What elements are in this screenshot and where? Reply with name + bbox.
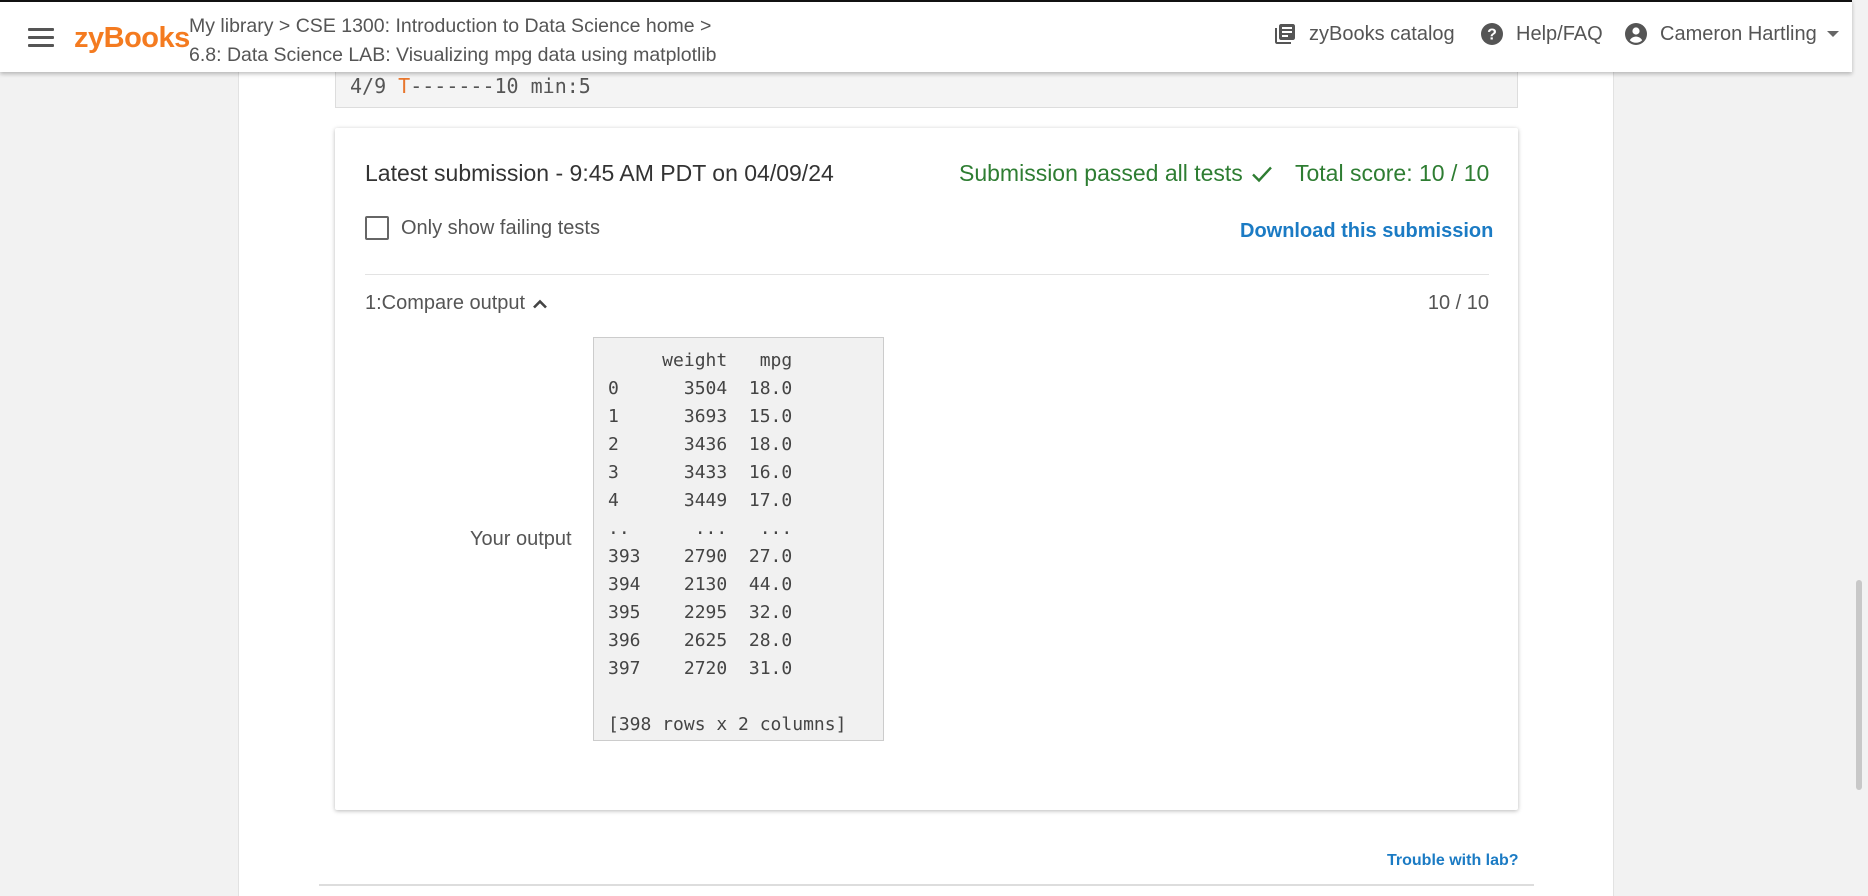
latest-submission-title: Latest submission - 9:45 AM PDT on 04/09… — [365, 160, 834, 186]
output-box: weight mpg 0 3504 18.0 1 3693 15.0 2 343… — [593, 337, 884, 741]
zybooks-logo[interactable]: zyBooks — [74, 22, 190, 55]
library-books-icon — [1275, 24, 1295, 44]
output-line: 396 2625 28.0 — [608, 630, 793, 651]
output-line: 397 2720 31.0 — [608, 658, 793, 679]
scrollbar-thumb[interactable] — [1856, 580, 1862, 790]
chevron-up-icon — [533, 299, 548, 308]
code-strip-highlight: T — [398, 74, 411, 98]
only-failing-label: Only show failing tests — [401, 216, 600, 239]
passed-label: Submission passed all tests — [959, 160, 1243, 186]
code-strip: 4/9 T-------10 min:5 — [335, 70, 1518, 108]
output-line: 1 3693 15.0 — [608, 406, 793, 427]
user-menu[interactable]: Cameron Hartling — [1624, 22, 1839, 46]
code-strip-suffix: -------10 min:5 — [410, 74, 591, 98]
output-line: .. ... ... — [608, 518, 793, 539]
breadcrumb-line-section[interactable]: 6.8: Data Science LAB: Visualizing mpg d… — [189, 41, 717, 70]
bottom-divider — [319, 884, 1534, 886]
test-header-compare-output[interactable]: 1:Compare output — [365, 292, 548, 315]
output-line: 3 3433 16.0 — [608, 462, 793, 483]
catalog-link[interactable]: zyBooks catalog — [1273, 22, 1455, 46]
help-icon: ? — [1481, 23, 1503, 45]
output-line: 0 3504 18.0 — [608, 378, 793, 399]
test-name: 1:Compare output — [365, 292, 526, 314]
code-strip-prefix: 4/9 — [350, 74, 399, 98]
help-link[interactable]: ? Help/FAQ — [1480, 22, 1603, 46]
output-line: 394 2130 44.0 — [608, 574, 793, 595]
only-failing-checkbox[interactable] — [365, 216, 389, 240]
passed-status: Submission passed all tests — [959, 160, 1273, 187]
output-line: weight mpg — [608, 350, 793, 371]
your-output-label: Your output — [470, 528, 572, 550]
output-line: 395 2295 32.0 — [608, 602, 793, 623]
test-score: 10 / 10 — [1427, 292, 1489, 314]
catalog-label: zyBooks catalog — [1309, 22, 1455, 45]
download-submission-link[interactable]: Download this submission — [1240, 220, 1493, 243]
user-name: Cameron Hartling — [1660, 22, 1817, 45]
trouble-with-lab-link[interactable]: Trouble with lab? — [1387, 852, 1519, 870]
submission-card: Latest submission - 9:45 AM PDT on 04/09… — [335, 128, 1518, 810]
account-icon — [1625, 23, 1647, 45]
output-line: 393 2790 27.0 — [608, 546, 793, 567]
check-icon — [1251, 166, 1272, 182]
svg-text:?: ? — [1487, 27, 1497, 44]
output-line: 2 3436 18.0 — [608, 434, 793, 455]
only-failing-toggle[interactable]: Only show failing tests — [365, 216, 600, 240]
chevron-down-icon — [1826, 31, 1839, 37]
total-score: Total score: 10 / 10 — [1295, 160, 1490, 186]
divider — [365, 274, 1489, 275]
top-bar: zyBooks My library > CSE 1300: Introduct… — [0, 0, 1852, 72]
menu-icon[interactable] — [28, 28, 54, 48]
output-line: 4 3449 17.0 — [608, 490, 793, 511]
breadcrumb: My library > CSE 1300: Introduction to D… — [189, 12, 717, 70]
output-line: [398 rows x 2 columns] — [608, 714, 847, 735]
help-label: Help/FAQ — [1516, 22, 1603, 45]
breadcrumb-line-library[interactable]: My library > CSE 1300: Introduction to D… — [189, 12, 717, 41]
